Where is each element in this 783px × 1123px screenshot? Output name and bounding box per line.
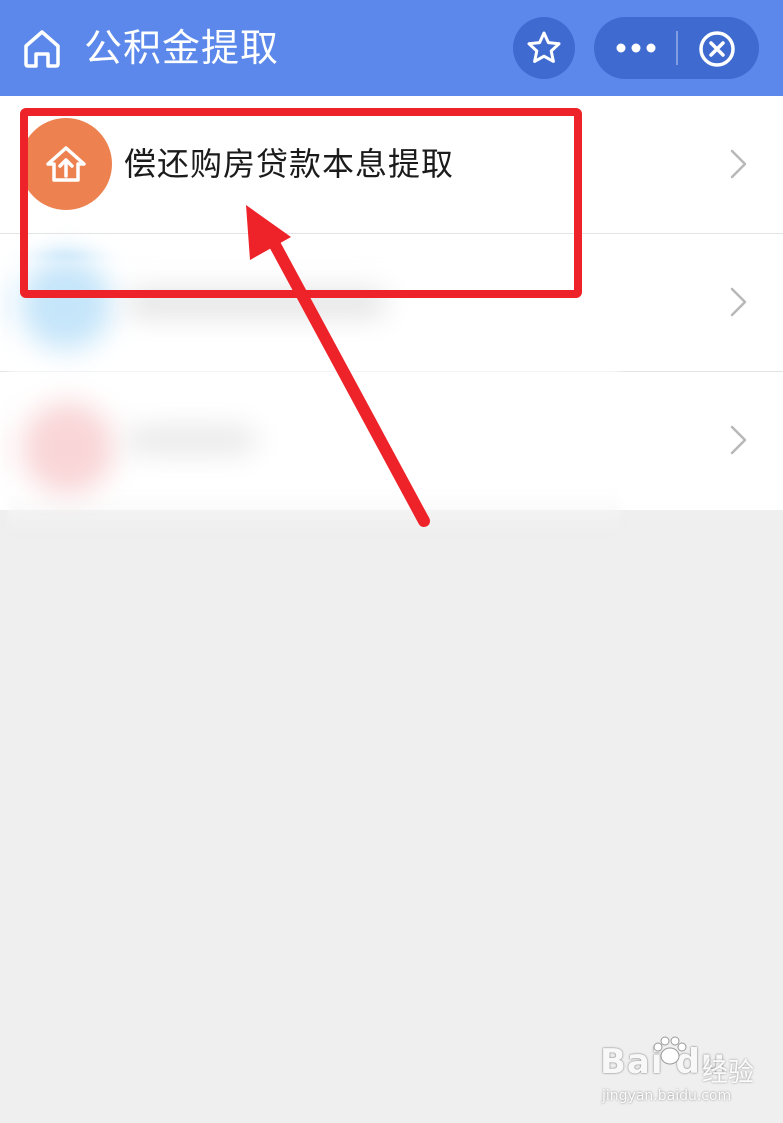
star-icon (527, 31, 561, 63)
watermark-cn: 经验 (702, 1058, 755, 1088)
menu-capsule (594, 17, 759, 79)
blur-overlay (8, 258, 620, 530)
favorite-button[interactable] (513, 17, 575, 79)
highlight-box (20, 108, 582, 298)
paw-icon (653, 1036, 687, 1065)
chevron-right-icon (730, 425, 747, 455)
chevron-right-icon (730, 287, 747, 317)
chevron-right-icon (730, 149, 747, 179)
close-circle-icon (699, 31, 735, 67)
title-bar: 公积金提取 (0, 0, 783, 96)
watermark: Bai du 经验 jingyan.baidu.com (600, 1036, 775, 1108)
more-icon (616, 43, 656, 53)
watermark-url: jingyan.baidu.com (602, 1088, 732, 1104)
home-icon[interactable] (20, 26, 64, 70)
more-button[interactable] (594, 17, 676, 79)
page-title: 公积金提取 (84, 26, 280, 70)
close-button[interactable] (678, 17, 759, 79)
